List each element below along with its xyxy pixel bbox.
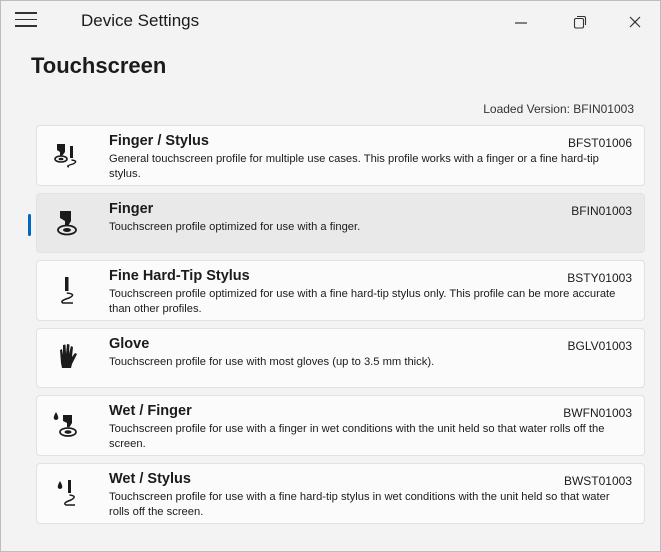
title-bar: Device Settings	[1, 1, 660, 41]
profile-description: Touchscreen profile for use with a finge…	[109, 423, 605, 450]
profile-card-wet-finger[interactable]: Wet / Finger BWFN01003 Touchscreen profi…	[36, 395, 645, 456]
profile-name: Finger / Stylus	[109, 133, 209, 149]
profile-card-finger[interactable]: Finger BFIN01003 Touchscreen profile opt…	[28, 193, 645, 253]
profile-code: BGLV01003	[567, 339, 633, 353]
minimize-button[interactable]	[498, 7, 544, 37]
app-window: Device Settings Touchscreen Loaded Versi…	[0, 0, 661, 552]
app-title: Device Settings	[81, 11, 200, 30]
profile-description: Touchscreen profile optimized for use wi…	[109, 288, 616, 315]
restore-button[interactable]	[557, 7, 603, 37]
stylus-icon	[51, 274, 83, 306]
profile-card-wet-stylus[interactable]: Wet / Stylus BWST01003 Touchscreen profi…	[36, 463, 645, 524]
menu-icon[interactable]	[15, 12, 37, 30]
loaded-version: Loaded Version: BFIN01003	[483, 102, 634, 116]
page-title: Touchscreen	[31, 53, 167, 78]
restore-icon	[573, 15, 587, 29]
profile-card-finger-stylus[interactable]: Finger / Stylus BFST01006 General touchs…	[36, 125, 645, 186]
profile-code: BWFN01003	[563, 406, 632, 420]
finger-icon	[51, 208, 83, 240]
profile-code: BFIN01003	[571, 204, 632, 218]
profile-card-glove[interactable]: Glove BGLV01003 Touchscreen profile for …	[36, 328, 645, 388]
profile-name: Wet / Finger	[109, 403, 192, 419]
profile-name: Wet / Stylus	[109, 471, 191, 487]
glove-icon	[51, 341, 83, 373]
profile-description: Touchscreen profile for use with a fine …	[109, 491, 610, 518]
profile-code: BWST01003	[563, 474, 632, 488]
wet-stylus-icon	[51, 476, 83, 508]
profile-name: Finger	[109, 201, 154, 217]
profile-description: Touchscreen profile optimized for use wi…	[109, 221, 361, 233]
profile-list: Finger / Stylus BFST01006 General touchs…	[28, 125, 645, 531]
profile-name: Fine Hard-Tip Stylus	[109, 268, 250, 284]
selection-indicator	[28, 214, 31, 236]
profile-card-stylus[interactable]: Fine Hard-Tip Stylus BSTY01003 Touchscre…	[36, 260, 645, 321]
profile-code: BSTY01003	[567, 271, 632, 285]
finger-stylus-icon	[51, 138, 83, 170]
profile-description: General touchscreen profile for multiple…	[109, 153, 599, 180]
profile-description: Touchscreen profile for use with most gl…	[109, 356, 435, 368]
close-button[interactable]	[612, 7, 658, 37]
profile-name: Glove	[109, 336, 150, 352]
close-icon	[629, 16, 641, 28]
minimize-icon	[515, 22, 527, 24]
profile-code: BFST01006	[567, 136, 632, 150]
wet-finger-icon	[51, 410, 83, 442]
